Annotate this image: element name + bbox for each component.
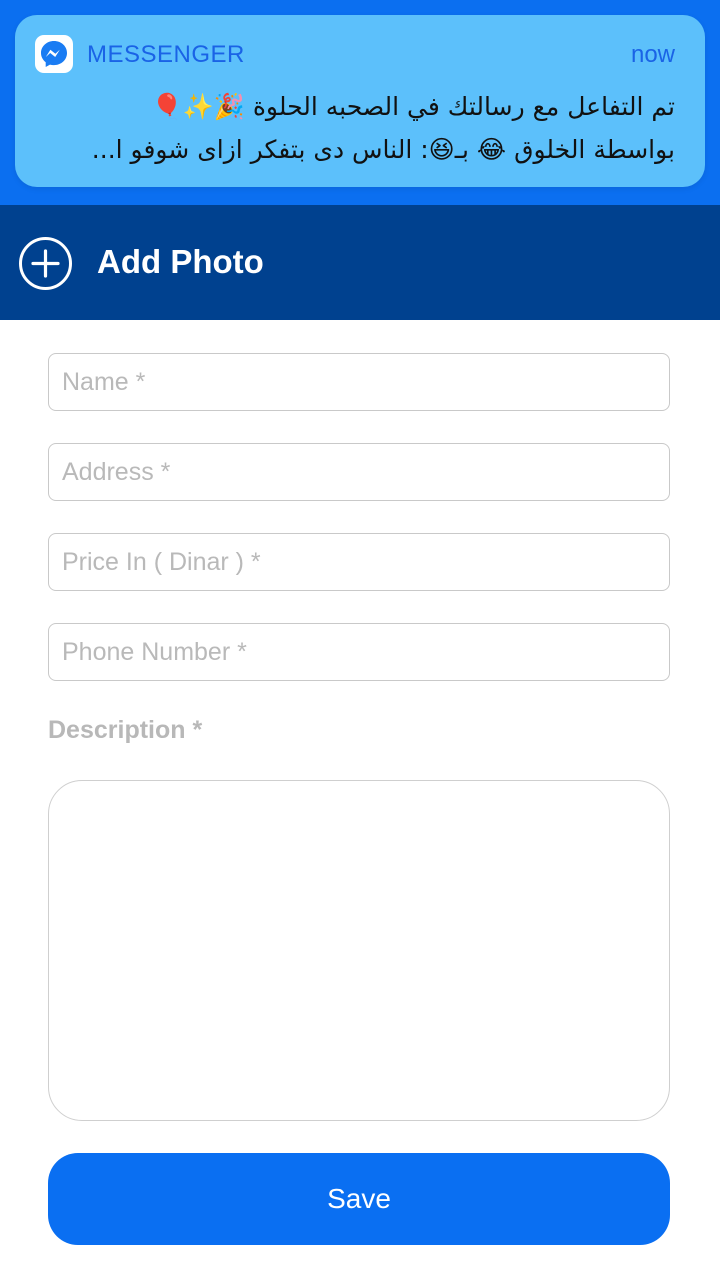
add-photo-bar[interactable]: Add Photo [0, 205, 720, 320]
messenger-icon [35, 35, 73, 73]
description-textarea[interactable] [49, 781, 669, 1120]
phone-input[interactable] [62, 637, 656, 667]
status-area: MESSENGER now تم التفاعل مع رسالتك في ال… [0, 0, 720, 205]
description-field[interactable] [48, 780, 670, 1121]
add-photo-title[interactable]: Add Photo [97, 243, 264, 281]
messenger-notification[interactable]: MESSENGER now تم التفاعل مع رسالتك في ال… [15, 15, 705, 187]
price-field[interactable] [48, 533, 670, 591]
save-button[interactable]: Save [48, 1153, 670, 1245]
name-input[interactable] [62, 367, 656, 397]
address-input[interactable] [62, 457, 656, 487]
address-field[interactable] [48, 443, 670, 501]
price-input[interactable] [62, 547, 656, 577]
notification-body: تم التفاعل مع رسالتك في الصحبه الحلوة 🎉✨… [37, 85, 675, 171]
notification-line-1: تم التفاعل مع رسالتك في الصحبه الحلوة 🎉✨… [151, 92, 676, 121]
name-field[interactable] [48, 353, 670, 411]
notification-time: now [630, 41, 675, 68]
description-label: Description * [48, 716, 203, 744]
plus-circle-icon[interactable] [18, 236, 73, 291]
notification-line-2: بواسطة الخلوق 😂 بـ😆: الناس دى بتفكر ازاى… [91, 135, 675, 164]
notification-app-name: MESSENGER [87, 41, 245, 68]
phone-field[interactable] [48, 623, 670, 681]
